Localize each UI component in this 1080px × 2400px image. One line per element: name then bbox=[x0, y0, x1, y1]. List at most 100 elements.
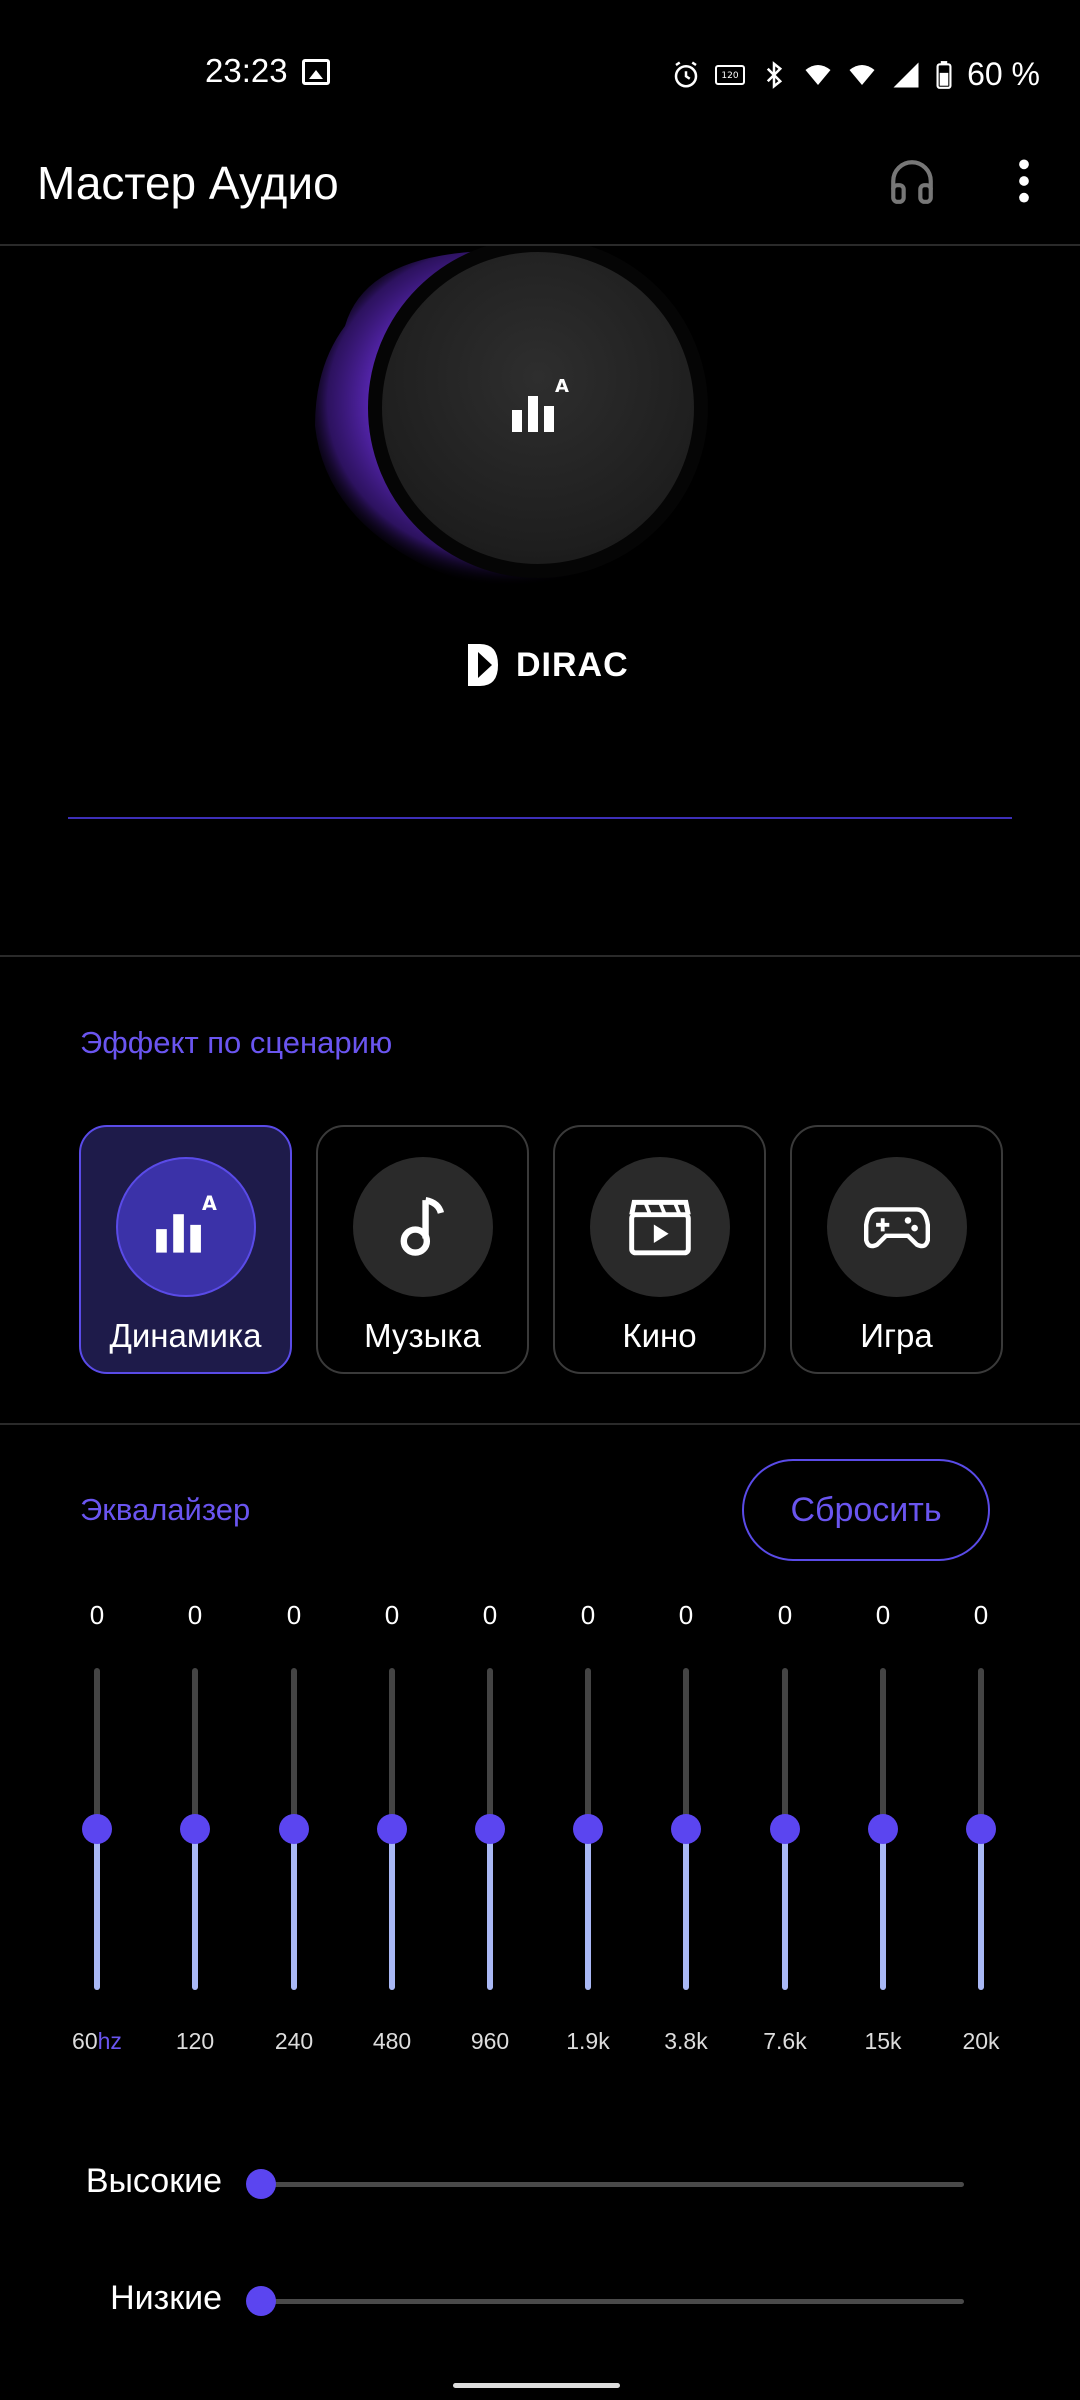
eq-thumb[interactable] bbox=[966, 1814, 996, 1844]
eq-band: 0 480 bbox=[352, 1600, 432, 2060]
eq-freq-label: 7.6k bbox=[763, 2028, 807, 2054]
eq-fill bbox=[683, 1829, 689, 1990]
eq-fill bbox=[585, 1829, 591, 1990]
equalizer-bands: 0 60hz 0 120 0 240 0 480 0 960 0 1.9k 0 … bbox=[0, 1600, 1080, 2080]
wifi6-icon bbox=[805, 64, 831, 85]
eq-fill bbox=[487, 1829, 493, 1990]
eq-thumb[interactable] bbox=[475, 1814, 505, 1844]
eq-fill bbox=[389, 1829, 395, 1990]
card-icon-circle: A bbox=[116, 1157, 256, 1297]
card-icon-circle bbox=[590, 1157, 730, 1297]
music-note-icon bbox=[400, 1196, 445, 1256]
eq-freq-label: 240 bbox=[274, 2028, 314, 2054]
eq-band: 0 15k bbox=[843, 1600, 923, 2060]
card-label: Музыка bbox=[364, 1317, 481, 1354]
treble-thumb[interactable] bbox=[246, 2169, 276, 2199]
card-icon-circle bbox=[353, 1157, 493, 1297]
gallery-icon bbox=[302, 59, 330, 85]
status-icons: 120 60 % bbox=[671, 56, 1040, 93]
eq-freq-label: 960 bbox=[470, 2028, 510, 2054]
status-time: 23:23 bbox=[205, 52, 288, 89]
eq-fill bbox=[782, 1829, 788, 1990]
dirac-brand: DIRAC bbox=[516, 645, 629, 684]
divider bbox=[0, 1423, 1080, 1425]
movie-icon bbox=[629, 1199, 691, 1256]
svg-text:A: A bbox=[202, 1195, 217, 1215]
page-title: Мастер Аудио bbox=[37, 157, 339, 209]
eq-thumb[interactable] bbox=[279, 1814, 309, 1844]
eq-band: 0 60hz bbox=[57, 1600, 137, 2060]
eq-thumb[interactable] bbox=[377, 1814, 407, 1844]
card-label: Динамика bbox=[109, 1317, 262, 1354]
eq-band: 0 120 bbox=[155, 1600, 235, 2060]
scenario-card-dynamic[interactable]: A Динамика bbox=[79, 1125, 292, 1374]
scenario-cards: A Динамика Музыка Кино Игра bbox=[79, 1125, 1003, 1374]
eq-value: 0 bbox=[384, 1600, 400, 1630]
dynamic-audio-icon: A bbox=[156, 1195, 217, 1253]
eq-value: 0 bbox=[875, 1600, 891, 1630]
bass-slider-row: Низкие bbox=[0, 2271, 1080, 2331]
app-bar: Мастер Аудио bbox=[0, 150, 1080, 246]
eq-freq-label: 480 bbox=[372, 2028, 412, 2054]
treble-label: Высокие bbox=[85, 2162, 222, 2200]
eq-thumb[interactable] bbox=[82, 1814, 112, 1844]
headphones-icon[interactable] bbox=[887, 156, 937, 206]
eq-value: 0 bbox=[973, 1600, 989, 1630]
scenario-card-music[interactable]: Музыка bbox=[316, 1125, 529, 1374]
120hz-icon: 120 bbox=[715, 64, 746, 85]
signal-icon bbox=[893, 62, 919, 87]
eq-fill bbox=[880, 1829, 886, 1990]
eq-value: 0 bbox=[286, 1600, 302, 1630]
card-icon-circle bbox=[827, 1157, 967, 1297]
wifi6-icon bbox=[849, 64, 875, 85]
eq-fill bbox=[291, 1829, 297, 1990]
bass-track[interactable] bbox=[262, 2299, 964, 2304]
eq-value: 0 bbox=[777, 1600, 793, 1630]
eq-band: 0 960 bbox=[450, 1600, 530, 2060]
eq-thumb[interactable] bbox=[671, 1814, 701, 1844]
treble-track[interactable] bbox=[262, 2182, 964, 2187]
dirac-logo: DIRAC bbox=[466, 642, 629, 688]
eq-freq-label: 120 bbox=[175, 2028, 215, 2054]
battery-percent: 60 % bbox=[967, 56, 1040, 92]
battery-icon bbox=[936, 60, 952, 89]
eq-band: 0 20k bbox=[941, 1600, 1021, 2060]
eq-value: 0 bbox=[678, 1600, 694, 1630]
eq-thumb[interactable] bbox=[770, 1814, 800, 1844]
eq-fill bbox=[978, 1829, 984, 1990]
eq-band: 0 240 bbox=[254, 1600, 334, 2060]
home-indicator[interactable] bbox=[453, 2383, 620, 2388]
eq-freq-label: 20k bbox=[962, 2028, 1000, 2054]
bluetooth-icon bbox=[766, 60, 783, 89]
eq-value: 0 bbox=[89, 1600, 105, 1630]
eq-band: 0 7.6k bbox=[745, 1600, 825, 2060]
bass-thumb[interactable] bbox=[246, 2286, 276, 2316]
reset-button[interactable]: Сбросить bbox=[742, 1459, 990, 1561]
eq-band: 0 1.9k bbox=[548, 1600, 628, 2060]
eq-value: 0 bbox=[580, 1600, 596, 1630]
eq-value: 0 bbox=[482, 1600, 498, 1630]
card-label: Кино bbox=[622, 1317, 697, 1354]
more-vert-icon[interactable] bbox=[1008, 156, 1040, 206]
eq-freq-label: 15k bbox=[864, 2028, 902, 2054]
dirac-logo-icon bbox=[468, 644, 498, 686]
scenario-card-movie[interactable]: Кино bbox=[553, 1125, 766, 1374]
eq-freq-label: 3.8k bbox=[664, 2028, 708, 2054]
alarm-icon bbox=[674, 60, 698, 87]
dial-progress-line bbox=[68, 817, 1012, 819]
eq-freq-label: 1.9k bbox=[566, 2028, 610, 2054]
eq-thumb[interactable] bbox=[573, 1814, 603, 1844]
eq-thumb[interactable] bbox=[180, 1814, 210, 1844]
treble-slider-row: Высокие bbox=[0, 2154, 1080, 2214]
eq-band: 0 3.8k bbox=[646, 1600, 726, 2060]
gamepad-icon bbox=[864, 1207, 930, 1249]
eq-thumb[interactable] bbox=[868, 1814, 898, 1844]
scenario-card-game[interactable]: Игра bbox=[790, 1125, 1003, 1374]
divider bbox=[0, 955, 1080, 957]
scenario-section-label: Эффект по сценарию bbox=[80, 1025, 393, 1060]
eq-value: 0 bbox=[187, 1600, 203, 1630]
eq-fill bbox=[94, 1829, 100, 1990]
equalizer-section-label: Эквалайзер bbox=[80, 1492, 251, 1527]
status-bar: 23:23 120 60 % bbox=[0, 0, 1080, 150]
svg-text:A: A bbox=[555, 378, 569, 397]
